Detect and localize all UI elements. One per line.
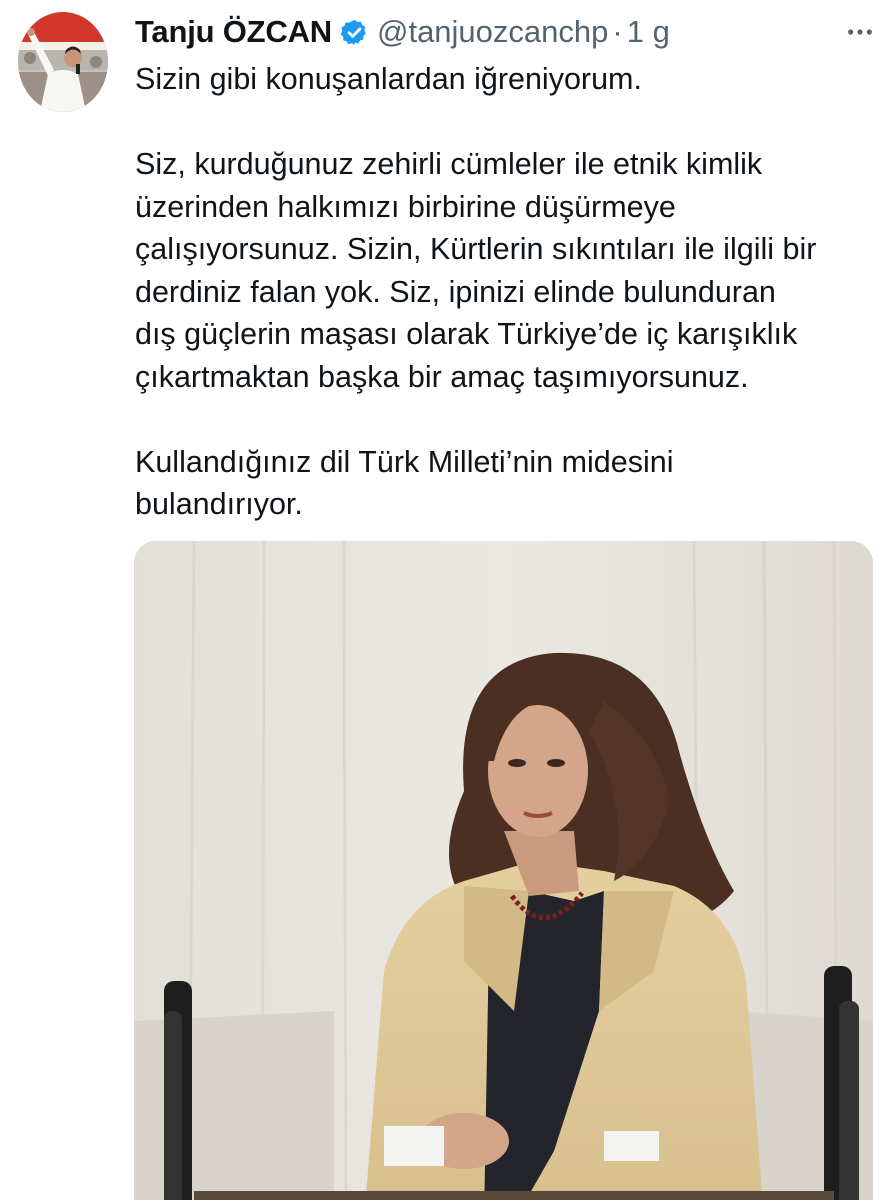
tweet[interactable]: Tanju ÖZCAN @tanjuozcanchp · 1 g Sizin g… [0,0,892,1200]
separator-dot: · [612,14,623,49]
text-line: üzerinden halkımızı birbirine düşürmeye [135,189,676,224]
tweet-text: Sizin gibi konuşanlardan iğreniyorum. Si… [135,58,875,526]
person-speaking-avatar-icon [18,12,108,112]
text-line: çıkartmaktan başka bir amaç taşımıyorsun… [135,359,749,394]
text-line: Siz, kurduğunuz zehirli cümleler ile etn… [135,147,763,181]
text-line: dış güçlerin maşası olarak Türkiye’de iç… [135,317,798,351]
more-options-icon[interactable] [846,18,874,46]
woman-speaking-at-podium-photo-icon [134,541,873,1200]
tweet-header: Tanju ÖZCAN @tanjuozcanchp · 1 g [135,12,670,52]
tweet-timestamp[interactable]: 1 g [627,14,670,50]
verified-badge-icon [340,18,369,47]
text-line: bulandırıyor. [135,487,303,521]
tweet-media-photo[interactable] [134,541,873,1200]
text-line: Sizin gibi konuşanlardan iğreniyorum. [135,62,642,96]
text-line: çalışıyorsunuz. Sizin, Kürtlerin sıkıntı… [135,232,817,266]
text-line: derdiniz falan yok. Siz, ipinizi elinde … [135,274,776,309]
author-handle[interactable]: @tanjuozcanchp [377,14,608,50]
author-avatar[interactable] [18,12,108,112]
text-line: Kullandığınız dil Türk Milleti’nin mides… [135,444,674,479]
author-name[interactable]: Tanju ÖZCAN [135,14,332,50]
